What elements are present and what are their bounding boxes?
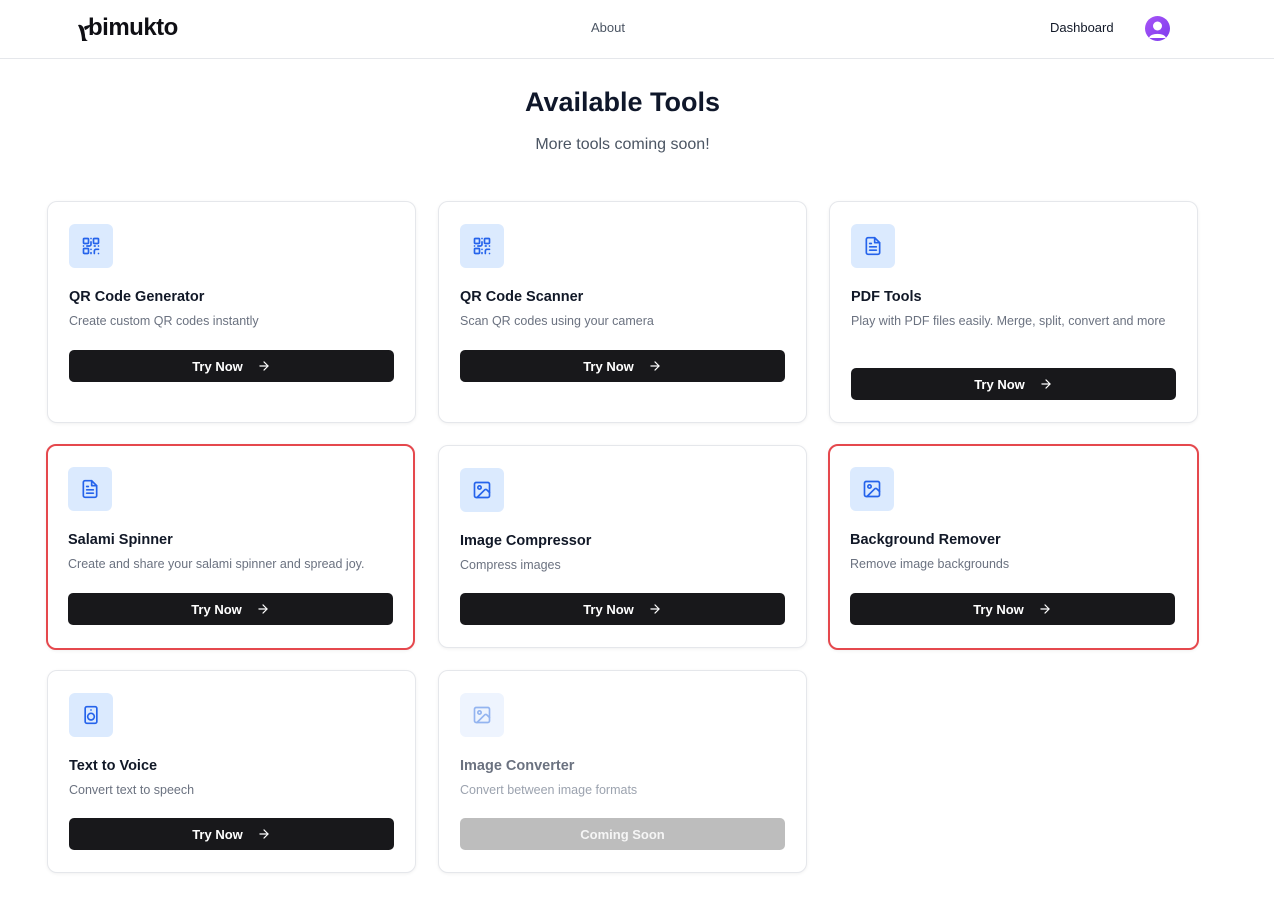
- tool-card-text-to-voice: Text to Voice Convert text to speech Try…: [47, 670, 416, 873]
- tool-card-image-converter: Image Converter Convert between image fo…: [438, 670, 807, 873]
- brand-name: bimukto: [88, 14, 178, 41]
- arrow-right-icon: [258, 604, 268, 614]
- tool-icon-box: [460, 224, 504, 268]
- nav-link-about[interactable]: About: [591, 20, 625, 36]
- button-label: Try Now: [192, 358, 243, 374]
- button-label: Try Now: [583, 358, 634, 374]
- tool-description: Create and share your salami spinner and…: [68, 557, 365, 571]
- tool-icon-box: [460, 693, 504, 737]
- try-now-button-text-to-voice[interactable]: Try Now: [69, 818, 394, 850]
- tool-card-qr-code-scanner: QR Code Scanner Scan QR codes using your…: [438, 201, 807, 423]
- tool-title: Image Converter: [460, 758, 575, 774]
- try-now-button-pdf-tools[interactable]: Try Now: [851, 368, 1176, 400]
- qr-code-icon: [473, 237, 491, 255]
- file-text-icon: [865, 236, 881, 256]
- try-now-button-image-compressor[interactable]: Try Now: [460, 593, 785, 625]
- tool-icon-box: [68, 467, 112, 511]
- arrow-right-icon: [650, 604, 660, 614]
- button-label: Try Now: [192, 826, 243, 842]
- coming-soon-button: Coming Soon: [460, 818, 785, 850]
- image-icon: [473, 706, 491, 724]
- nav-link-dashboard[interactable]: Dashboard: [1050, 20, 1114, 36]
- tool-icon-box: [69, 693, 113, 737]
- image-icon: [863, 480, 881, 498]
- arrow-right-icon: [1041, 379, 1051, 389]
- arrow-right-icon: [1040, 604, 1050, 614]
- tool-icon-box: [460, 468, 504, 512]
- tool-description: Create custom QR codes instantly: [69, 314, 259, 328]
- tool-card-qr-code-generator: QR Code Generator Create custom QR codes…: [47, 201, 416, 423]
- tool-title: Background Remover: [850, 532, 1001, 548]
- user-icon: [1149, 21, 1166, 38]
- arrow-right-icon: [650, 361, 660, 371]
- button-label: Try Now: [973, 601, 1024, 617]
- arrow-right-icon: [259, 829, 269, 839]
- try-now-button-qr-code-scanner[interactable]: Try Now: [460, 350, 785, 382]
- tool-icon-box: [850, 467, 894, 511]
- tool-title: Text to Voice: [69, 758, 158, 774]
- tool-icon-box: [69, 224, 113, 268]
- page-subtitle: More tools coming soon!: [535, 136, 710, 153]
- tool-card-pdf-tools: PDF Tools Play with PDF files easily. Me…: [829, 201, 1198, 423]
- try-now-button-salami-spinner[interactable]: Try Now: [68, 593, 393, 625]
- tool-description: Remove image backgrounds: [850, 557, 1010, 571]
- tool-title: QR Code Scanner: [460, 289, 584, 305]
- button-label: Try Now: [583, 601, 634, 617]
- tool-title: Salami Spinner: [68, 532, 173, 548]
- qr-code-icon: [82, 237, 100, 255]
- try-now-button-qr-code-generator[interactable]: Try Now: [69, 350, 394, 382]
- speaker-icon: [84, 705, 98, 725]
- arrow-right-icon: [259, 361, 269, 371]
- tool-card-image-compressor: Image Compressor Compress images Try Now: [438, 445, 807, 648]
- image-icon: [473, 481, 491, 499]
- tool-title: Image Compressor: [460, 533, 592, 549]
- tool-icon-box: [851, 224, 895, 268]
- page-title: Available Tools: [524, 87, 721, 117]
- tool-title: PDF Tools: [851, 289, 922, 305]
- tool-card-salami-spinner: Salami Spinner Create and share your sal…: [46, 444, 415, 650]
- tool-title: QR Code Generator: [69, 289, 205, 305]
- user-avatar[interactable]: [1145, 16, 1170, 41]
- file-text-icon: [82, 479, 98, 499]
- tool-description: Compress images: [460, 558, 561, 572]
- button-label: Try Now: [974, 376, 1025, 392]
- tool-description: Convert between image formats: [460, 783, 638, 797]
- tool-description: Scan QR codes using your camera: [460, 314, 654, 328]
- button-label: Try Now: [191, 601, 242, 617]
- button-label: Coming Soon: [580, 826, 665, 842]
- try-now-button-background-remover[interactable]: Try Now: [850, 593, 1175, 625]
- tool-card-background-remover: Background Remover Remove image backgrou…: [828, 444, 1199, 650]
- tool-description: Convert text to speech: [69, 783, 195, 797]
- top-navbar: bimukto About Dashboard: [0, 0, 1274, 59]
- brand-logo[interactable]: bimukto: [76, 11, 178, 43]
- tool-description: Play with PDF files easily. Merge, split…: [851, 314, 1166, 328]
